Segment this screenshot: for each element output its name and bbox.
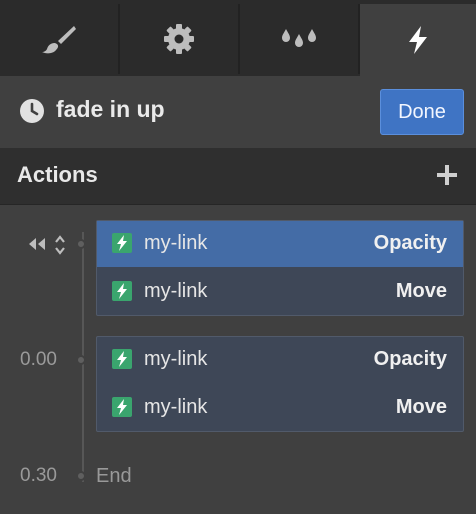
- action-target: my-link: [144, 232, 208, 254]
- lightning-badge-icon: [112, 349, 132, 369]
- action-target: my-link: [144, 396, 208, 418]
- tab-style-manager[interactable]: [240, 4, 358, 74]
- lightning-icon: [409, 26, 427, 54]
- animation-title: fade in up: [56, 96, 165, 122]
- add-action-icon[interactable]: [436, 164, 458, 186]
- tab-settings[interactable]: [120, 4, 238, 74]
- time-label: 0.00: [20, 349, 57, 370]
- action-property: Opacity: [373, 232, 447, 254]
- reorder-arrows-icon[interactable]: [53, 234, 67, 256]
- action-row[interactable]: my-link Move: [97, 269, 463, 315]
- action-property: Move: [395, 396, 447, 418]
- done-button[interactable]: Done: [380, 89, 464, 135]
- panel-tabs: [0, 0, 476, 76]
- action-target: my-link: [144, 348, 208, 370]
- lightning-badge-icon: [112, 281, 132, 301]
- end-label: End: [96, 465, 132, 487]
- action-row[interactable]: my-link Move: [97, 385, 463, 431]
- brush-icon: [42, 26, 76, 54]
- action-group[interactable]: my-link Opacity my-link Move: [96, 220, 464, 316]
- lightning-badge-icon: [112, 397, 132, 417]
- rewind-icon[interactable]: [26, 235, 48, 253]
- timeline-end-dot[interactable]: [76, 471, 86, 481]
- actions-title: Actions: [17, 162, 98, 187]
- action-row[interactable]: my-link Opacity: [97, 337, 463, 383]
- action-property: Opacity: [373, 348, 447, 370]
- action-group[interactable]: my-link Opacity my-link Move: [96, 336, 464, 432]
- action-row[interactable]: my-link Opacity: [97, 221, 463, 267]
- clock-icon: [20, 99, 44, 123]
- tab-interactions[interactable]: [360, 4, 476, 76]
- end-time-label: 0.30: [20, 465, 57, 486]
- action-property: Move: [395, 280, 447, 302]
- lightning-badge-icon: [112, 233, 132, 253]
- gear-icon: [164, 24, 194, 54]
- action-target: my-link: [144, 280, 208, 302]
- tab-style[interactable]: [0, 4, 118, 74]
- timeline-dot[interactable]: [76, 239, 86, 249]
- drops-icon: [282, 29, 316, 47]
- timeline-dot[interactable]: [76, 355, 86, 365]
